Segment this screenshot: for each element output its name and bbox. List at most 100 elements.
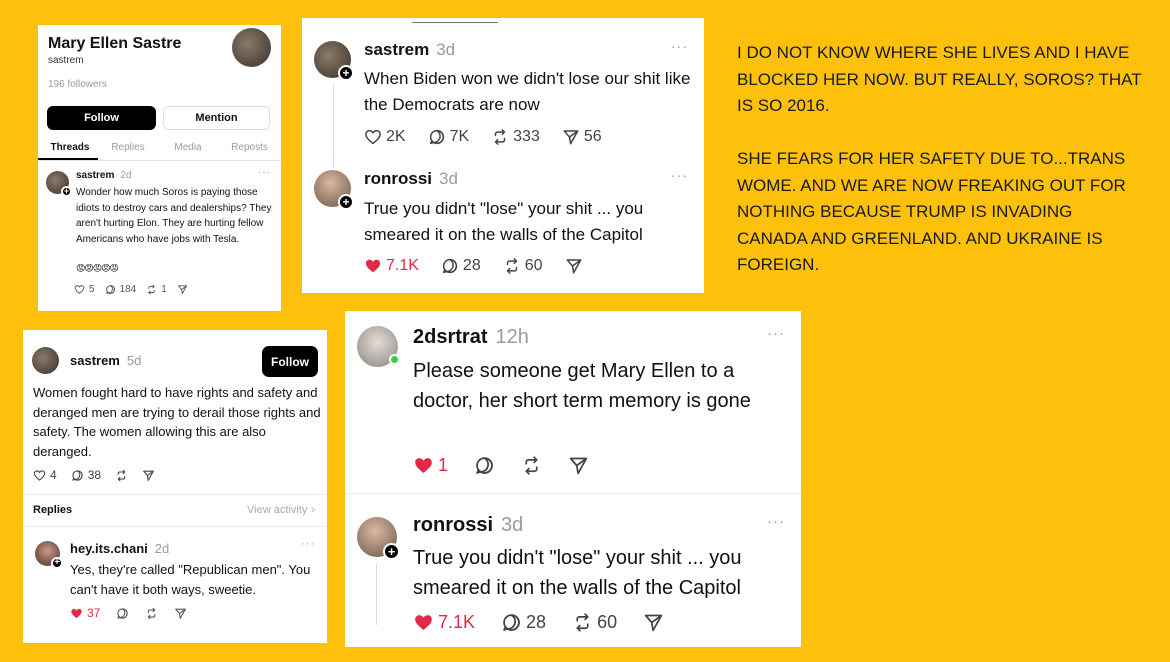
more-icon[interactable]: ··· bbox=[258, 167, 271, 178]
share-icon bbox=[562, 128, 580, 146]
share-action[interactable] bbox=[643, 612, 664, 633]
reply-icon bbox=[116, 607, 129, 620]
follow-plus-icon[interactable]: + bbox=[338, 194, 354, 210]
profile-handle: sastrem bbox=[48, 55, 84, 66]
reply-icon bbox=[501, 612, 522, 633]
thread-card-doctor: 2dsrtrat 12h ··· Please someone get Mary… bbox=[345, 311, 801, 647]
tab-media[interactable]: Media bbox=[158, 139, 218, 160]
share-action[interactable] bbox=[565, 257, 583, 275]
commentary-para-1: I DO NOT KNOW WHERE SHE LIVES AND I HAVE… bbox=[737, 43, 1142, 115]
follow-plus-icon[interactable]: + bbox=[383, 543, 400, 560]
chevron-right-icon: › bbox=[311, 504, 315, 516]
thread-line bbox=[333, 84, 334, 168]
repost-action[interactable]: 333 bbox=[491, 128, 540, 146]
share-action[interactable] bbox=[174, 607, 187, 620]
reply-icon bbox=[474, 455, 495, 476]
follow-plus-icon[interactable]: + bbox=[338, 65, 354, 81]
post-avatar[interactable]: + bbox=[357, 517, 400, 560]
repost-icon bbox=[146, 284, 157, 295]
divider bbox=[23, 526, 327, 527]
repost-action[interactable] bbox=[145, 607, 158, 620]
view-activity-link[interactable]: View activity › bbox=[247, 504, 315, 516]
like-action[interactable]: 1 bbox=[413, 455, 448, 476]
reply-action[interactable]: 184 bbox=[105, 284, 136, 295]
post-username[interactable]: sastrem bbox=[70, 353, 120, 368]
post-username[interactable]: 2dsrtrat bbox=[413, 326, 487, 349]
thread-card-biden: + sastrem 3d ··· When Biden won we didn'… bbox=[302, 18, 704, 293]
post-avatar[interactable] bbox=[357, 326, 400, 367]
share-icon bbox=[643, 612, 664, 633]
reply-username[interactable]: hey.its.chani bbox=[70, 541, 148, 556]
tab-reposts[interactable]: Reposts bbox=[218, 139, 281, 160]
reply-action[interactable] bbox=[116, 607, 129, 620]
share-icon bbox=[174, 607, 187, 620]
follow-plus-icon[interactable]: + bbox=[51, 557, 63, 569]
reply-text: Yes, they're called "Republican men". Yo… bbox=[70, 562, 311, 597]
commentary-para-2: SHE FEARS FOR HER SAFETY DUE TO...TRANS … bbox=[737, 149, 1126, 274]
profile-avatar[interactable] bbox=[232, 28, 271, 67]
like-action[interactable]: 7.1K bbox=[364, 257, 419, 275]
reply-action[interactable]: 28 bbox=[441, 257, 481, 275]
share-action[interactable] bbox=[142, 469, 155, 482]
like-action[interactable]: 4 bbox=[33, 468, 57, 482]
repost-action[interactable]: 60 bbox=[503, 257, 543, 275]
tab-replies[interactable]: Replies bbox=[98, 139, 158, 160]
more-icon[interactable]: ··· bbox=[671, 38, 688, 54]
reply-action[interactable]: 7K bbox=[428, 128, 469, 146]
post-username[interactable]: ronrossi bbox=[413, 514, 493, 537]
share-icon bbox=[142, 469, 155, 482]
post-username[interactable]: sastrem bbox=[364, 40, 429, 60]
replies-header: Replies bbox=[33, 504, 73, 516]
heart-icon bbox=[364, 128, 382, 146]
post-avatar[interactable] bbox=[32, 347, 59, 374]
post-username[interactable]: ronrossi bbox=[364, 169, 432, 189]
post-avatar[interactable]: + bbox=[314, 41, 354, 81]
share-action[interactable] bbox=[568, 455, 589, 476]
reply-action[interactable]: 28 bbox=[501, 612, 546, 633]
share-action[interactable] bbox=[177, 284, 188, 295]
reply-icon bbox=[105, 284, 116, 295]
follow-button[interactable]: Follow bbox=[262, 346, 318, 377]
more-icon[interactable]: ··· bbox=[767, 325, 785, 342]
follow-button[interactable]: Follow bbox=[47, 106, 156, 130]
heart-icon bbox=[33, 469, 46, 482]
like-action[interactable]: 7.1K bbox=[413, 612, 475, 633]
mention-button[interactable]: Mention bbox=[163, 106, 270, 130]
more-icon[interactable]: ··· bbox=[671, 167, 688, 183]
repost-action[interactable] bbox=[521, 455, 542, 476]
repost-icon bbox=[145, 607, 158, 620]
divider bbox=[23, 494, 327, 495]
divider bbox=[345, 493, 801, 494]
post-username[interactable]: sastrem bbox=[76, 170, 114, 181]
reply-icon bbox=[441, 257, 459, 275]
heart-icon bbox=[74, 284, 85, 295]
more-icon[interactable]: ··· bbox=[301, 538, 315, 550]
more-icon[interactable]: ··· bbox=[767, 513, 785, 530]
share-icon bbox=[565, 257, 583, 275]
repost-action[interactable]: 1 bbox=[146, 284, 167, 295]
thread-line bbox=[376, 563, 377, 625]
followers-count[interactable]: 196 followers bbox=[48, 79, 107, 90]
post-time: 12h bbox=[495, 326, 529, 348]
reply-avatar[interactable]: + bbox=[35, 541, 63, 569]
heart-filled-icon bbox=[364, 257, 382, 275]
share-action[interactable]: 56 bbox=[562, 128, 602, 146]
repost-action[interactable]: 60 bbox=[572, 612, 617, 633]
post-avatar[interactable]: + bbox=[46, 171, 72, 197]
tab-threads[interactable]: Threads bbox=[38, 139, 98, 160]
post-text: Women fought hard to have rights and saf… bbox=[33, 385, 321, 459]
repost-action[interactable] bbox=[115, 469, 128, 482]
like-action[interactable]: 37 bbox=[70, 606, 100, 620]
follow-plus-icon[interactable]: + bbox=[61, 186, 72, 197]
post-text: When Biden won we didn't lose our shit l… bbox=[364, 69, 691, 114]
profile-tabs: Threads Replies Media Reposts bbox=[38, 139, 281, 161]
heart-filled-icon bbox=[413, 455, 434, 476]
post-emojis: 😡😡😡😡😡 bbox=[76, 263, 119, 273]
thread-card-women: sastrem 5d Follow Women fought hard to h… bbox=[23, 330, 327, 643]
like-action[interactable]: 5 bbox=[74, 284, 95, 295]
reply-action[interactable]: 38 bbox=[71, 468, 101, 482]
like-action[interactable]: 2K bbox=[364, 128, 406, 146]
post-avatar[interactable]: + bbox=[314, 170, 354, 210]
reply-action[interactable] bbox=[474, 455, 495, 476]
post-time: 5d bbox=[126, 353, 142, 368]
